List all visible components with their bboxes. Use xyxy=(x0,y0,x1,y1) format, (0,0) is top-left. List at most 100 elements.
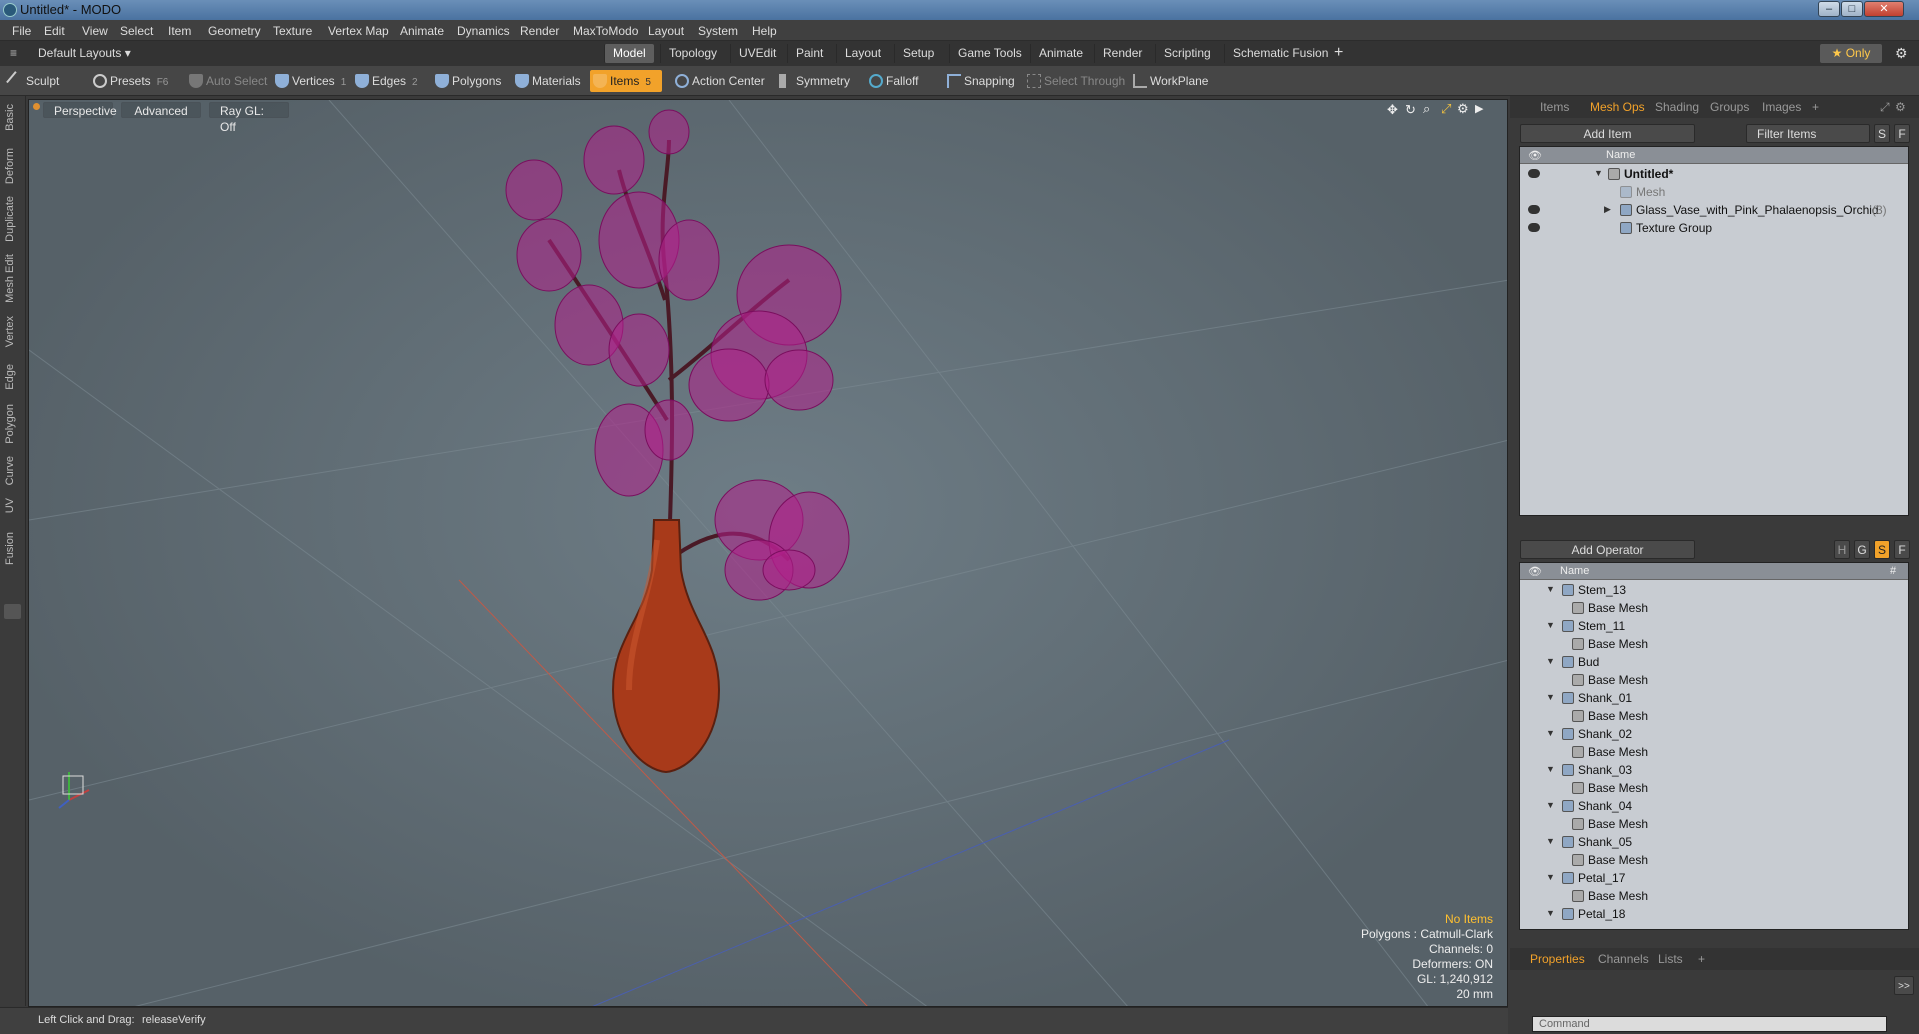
chevron-down-icon[interactable]: ▼ xyxy=(1546,620,1555,630)
operator-child-row[interactable]: Base Mesh xyxy=(1520,779,1908,797)
add-operator-button[interactable]: Add Operator xyxy=(1520,540,1695,559)
select-through-button[interactable]: Select Through xyxy=(1024,70,1125,92)
tab-basic[interactable]: Basic xyxy=(4,104,16,131)
tab-paint[interactable]: Paint xyxy=(787,44,831,63)
filter-s-button[interactable]: S xyxy=(1874,124,1890,143)
tab-render[interactable]: Render xyxy=(1094,44,1150,63)
panel-settings-icon[interactable]: ⚙ xyxy=(1895,100,1906,114)
flag-s-button[interactable]: S xyxy=(1874,540,1890,559)
operator-row[interactable]: ▼ Stem_11 xyxy=(1520,617,1908,635)
gear-icon[interactable]: ⚙ xyxy=(1895,45,1908,62)
menu-file[interactable]: File xyxy=(12,24,31,38)
operator-row[interactable]: ▼ Petal_17 xyxy=(1520,869,1908,887)
default-layouts-dropdown[interactable]: Default Layouts ▾ xyxy=(38,46,131,60)
tab-properties[interactable]: Properties xyxy=(1530,952,1585,966)
menu-system[interactable]: System xyxy=(698,24,738,38)
tab-duplicate[interactable]: Duplicate xyxy=(4,196,16,242)
tab-channels[interactable]: Channels xyxy=(1598,952,1649,966)
eye-icon[interactable] xyxy=(1528,223,1540,232)
zoom-view-icon[interactable]: ⌕ xyxy=(1423,101,1430,117)
edges-button[interactable]: Edges 2 xyxy=(352,70,432,92)
tab-layout[interactable]: Layout xyxy=(836,44,889,63)
tab-model[interactable]: Model xyxy=(604,44,654,63)
raygl-toggle[interactable]: Ray GL: Off xyxy=(209,102,289,134)
chevron-down-icon[interactable]: ▼ xyxy=(1546,584,1555,594)
chevron-down-icon[interactable]: ▼ xyxy=(1546,692,1555,702)
tab-game-tools[interactable]: Game Tools xyxy=(949,44,1030,63)
viewport-expand-icon[interactable]: ▶ xyxy=(1475,102,1483,115)
workplane-button[interactable]: WorkPlane xyxy=(1130,70,1216,92)
menu-texture[interactable]: Texture xyxy=(273,24,312,38)
tab-uv[interactable]: UV xyxy=(4,498,16,513)
list-item[interactable]: Mesh xyxy=(1520,183,1908,201)
operator-child-row[interactable]: Base Mesh xyxy=(1520,887,1908,905)
rotate-view-icon[interactable]: ↻ xyxy=(1405,102,1416,118)
vertices-button[interactable]: Vertices 1 xyxy=(272,70,350,92)
tab-setup[interactable]: Setup xyxy=(894,44,942,63)
add-tab-button[interactable]: + xyxy=(1334,44,1343,62)
eye-icon[interactable] xyxy=(1528,205,1540,214)
filter-f-button[interactable]: F xyxy=(1894,124,1910,143)
operator-row[interactable]: ▼ Stem_13 xyxy=(1520,581,1908,599)
list-item[interactable]: ▼ Untitled* xyxy=(1520,165,1908,183)
tab-mesh-edit[interactable]: Mesh Edit xyxy=(4,254,16,303)
tab-curve[interactable]: Curve xyxy=(4,456,16,485)
tab-polygon[interactable]: Polygon xyxy=(4,404,16,444)
flag-g-button[interactable]: G xyxy=(1854,540,1870,559)
operator-child-row[interactable]: Base Mesh xyxy=(1520,851,1908,869)
tab-deform[interactable]: Deform xyxy=(4,148,16,184)
add-panel-tab-icon[interactable]: + xyxy=(1812,100,1819,114)
tab-animate[interactable]: Animate xyxy=(1030,44,1091,63)
menu-geometry[interactable]: Geometry xyxy=(208,24,261,38)
tab-scripting[interactable]: Scripting xyxy=(1155,44,1219,63)
symmetry-button[interactable]: Symmetry xyxy=(776,70,860,92)
menu-layout[interactable]: Layout xyxy=(648,24,684,38)
operator-child-row[interactable]: Base Mesh xyxy=(1520,743,1908,761)
operator-row[interactable]: ▼ Shank_04 xyxy=(1520,797,1908,815)
menu-help[interactable]: Help xyxy=(752,24,777,38)
tab-shading[interactable]: Shading xyxy=(1655,100,1699,114)
3d-viewport[interactable]: Perspective Advanced Ray GL: Off ✥ ↻ ⌕ ⤢… xyxy=(28,99,1508,1007)
add-item-button[interactable]: Add Item xyxy=(1520,124,1695,143)
menu-maxtomodo[interactable]: MaxToModo xyxy=(573,24,638,38)
items-button[interactable]: Items 5 xyxy=(590,70,662,92)
command-input[interactable]: Command xyxy=(1532,1016,1887,1032)
menu-render[interactable]: Render xyxy=(520,24,559,38)
shading-dropdown[interactable]: Advanced xyxy=(121,102,201,118)
menu-item[interactable]: Item xyxy=(168,24,191,38)
tab-schematic-fusion[interactable]: Schematic Fusion xyxy=(1224,44,1336,63)
menu-view[interactable]: View xyxy=(82,24,108,38)
tab-lists[interactable]: Lists xyxy=(1658,952,1683,966)
list-item[interactable]: ▶ Glass_Vase_with_Pink_Phalaenopsis_Orchi… xyxy=(1520,201,1908,219)
eye-icon[interactable] xyxy=(1528,169,1540,178)
chevron-down-icon[interactable]: ▼ xyxy=(1594,168,1603,178)
chevron-down-icon[interactable]: ▼ xyxy=(1546,908,1555,918)
tab-images[interactable]: Images xyxy=(1762,100,1801,114)
operator-child-row[interactable]: Base Mesh xyxy=(1520,671,1908,689)
operator-child-row[interactable]: Base Mesh xyxy=(1520,707,1908,725)
snapping-button[interactable]: Snapping xyxy=(944,70,1024,92)
operator-row[interactable]: ▼ Bud xyxy=(1520,653,1908,671)
fit-view-icon[interactable]: ⤢ xyxy=(1441,101,1451,117)
close-button[interactable]: ✕ xyxy=(1864,1,1904,17)
operator-row[interactable]: ▼ Shank_05 xyxy=(1520,833,1908,851)
expand-panel-button[interactable] xyxy=(4,604,21,619)
viewport-settings-icon[interactable]: ⚙ xyxy=(1457,101,1469,117)
polygons-button[interactable]: Polygons xyxy=(432,70,504,92)
presets-button[interactable]: Presets F6 xyxy=(90,70,178,92)
action-center-button[interactable]: Action Center xyxy=(672,70,772,92)
tab-groups[interactable]: Groups xyxy=(1710,100,1749,114)
chevron-right-icon[interactable]: ▶ xyxy=(1604,204,1611,215)
menu-dynamics[interactable]: Dynamics xyxy=(457,24,510,38)
maximize-button[interactable]: □ xyxy=(1841,1,1863,17)
chevron-down-icon[interactable]: ▼ xyxy=(1546,656,1555,666)
tab-edge[interactable]: Edge xyxy=(4,364,16,390)
operator-child-row[interactable]: Base Mesh xyxy=(1520,815,1908,833)
chevron-down-icon[interactable]: ▼ xyxy=(1546,800,1555,810)
list-item[interactable]: Texture Group xyxy=(1520,219,1908,237)
falloff-button[interactable]: Falloff xyxy=(866,70,942,92)
move-view-icon[interactable]: ✥ xyxy=(1387,102,1398,118)
panel-expand-icon[interactable]: ⤢ xyxy=(1880,100,1890,115)
chevron-down-icon[interactable]: ▼ xyxy=(1546,836,1555,846)
flag-f-button[interactable]: F xyxy=(1894,540,1910,559)
